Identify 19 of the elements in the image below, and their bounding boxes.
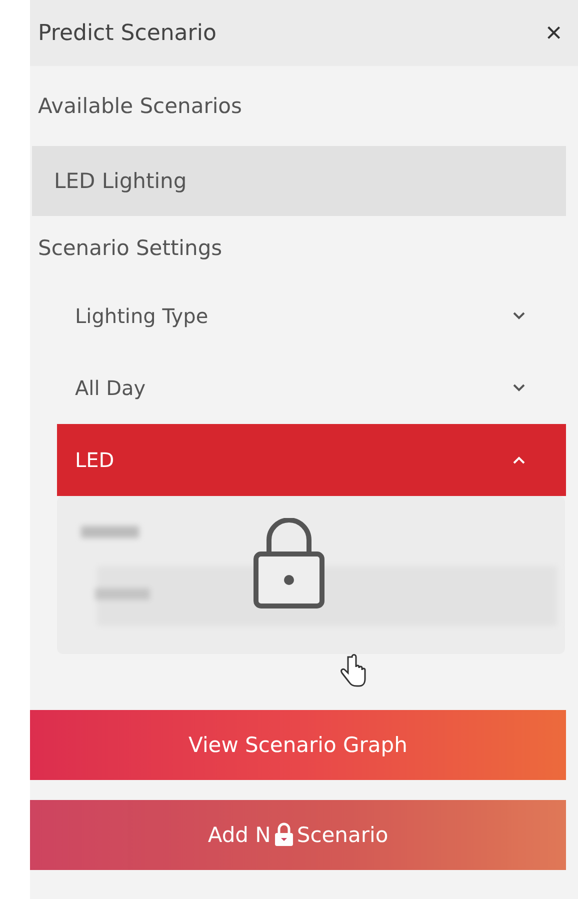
dropdown-header[interactable]: All Day [57,352,566,424]
dropdown-header[interactable]: LED [57,424,566,496]
chevron-down-icon [512,383,526,393]
close-button[interactable]: × [542,17,566,49]
padlock-icon [253,518,325,610]
view-graph-button[interactable]: View Scenario Graph [30,710,566,780]
add-scenario-button[interactable]: Add N Scenario [30,800,566,870]
padlock-icon [272,822,295,848]
section-heading: Available Scenarios [37,94,243,118]
chevron-down-icon [512,311,526,321]
hand-cursor-icon [340,654,366,688]
dropdown-label: LED [75,448,114,472]
scenario-item[interactable]: LED Lighting [32,146,566,216]
chevron-up-icon [512,455,526,465]
section-heading: Scenario Settings [37,236,224,260]
panel-title: Predict Scenario [38,20,216,46]
dropdown-label: All Day [75,376,146,400]
dropdown-label: Lighting Type [75,304,208,328]
dropdown-header[interactable]: Lighting Type [57,280,566,352]
